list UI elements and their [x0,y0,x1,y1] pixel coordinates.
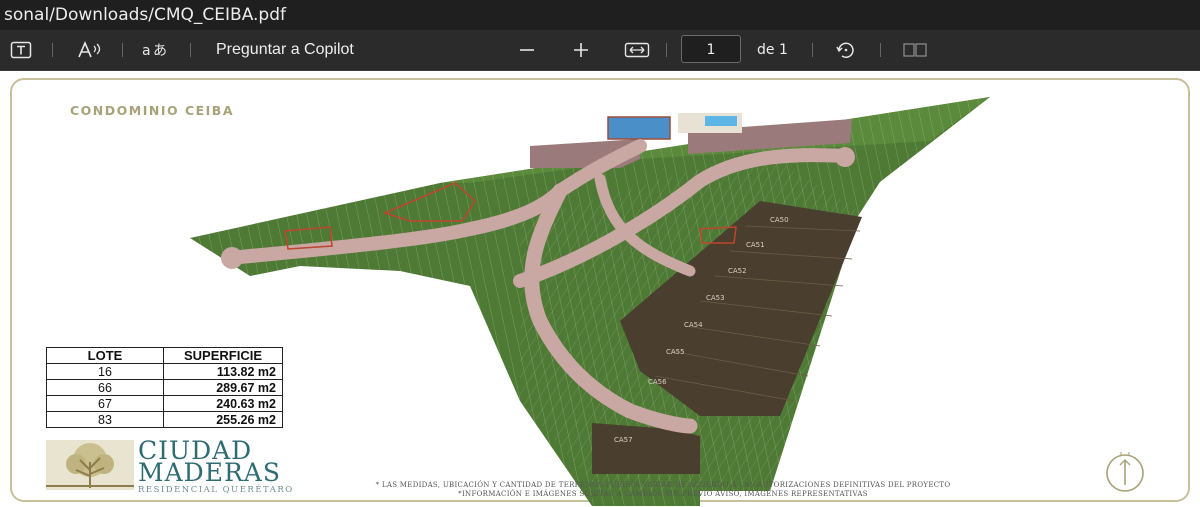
separator [812,43,813,57]
rotate-icon[interactable] [832,30,860,70]
superficie-cell: 240.63 m2 [163,395,283,412]
separator [190,43,191,57]
fit-width-icon[interactable] [622,30,652,70]
sports-court [607,116,671,140]
lot-label-ca55: CA55 [666,348,685,356]
lot-label-ca53: CA53 [706,294,725,302]
column-header-superficie: SUPERFICIE [163,347,283,364]
brand-line-3: RESIDENCIAL QUERÉTARO [138,485,294,495]
column-header-lote: LOTE [46,347,164,364]
file-path: sonal/Downloads/CMQ_CEIBA.pdf [4,5,286,25]
page-number-input[interactable]: 1 [681,35,741,63]
translate-icon[interactable]: aあ [140,30,170,70]
page-view-icon[interactable] [900,30,930,70]
svg-text:あ: あ [153,43,167,59]
table-row: 16 113.82 m2 [46,363,283,380]
lot-label-ca56: CA56 [648,378,667,386]
separator [122,43,123,57]
copilot-label: Preguntar a Copilot [216,41,354,58]
address-bar[interactable]: sonal/Downloads/CMQ_CEIBA.pdf [0,0,1200,30]
lote-cell: 16 [46,363,164,380]
area-sub-label: AREA LIBRE [752,114,773,118]
zoom-out-icon[interactable] [516,30,538,70]
superficie-cell: 289.67 m2 [163,379,283,396]
table-row: 83 255.26 m2 [46,411,283,428]
brand-line-2: MADERAS [138,458,281,487]
zoom-in-icon[interactable] [570,30,592,70]
lote-cell: 66 [46,379,164,396]
area-label: ÁREA [760,107,771,112]
table-header-row: LOTE SUPERFICIE [46,347,283,364]
table-row: 67 240.63 m2 [46,395,283,412]
separator [880,43,881,57]
disclaimer-line-1: * LAS MEDIDAS, UBICACIÓN Y CANTIDAD DE T… [375,481,951,489]
north-compass-icon [1106,452,1144,492]
page-number-value: 1 [706,42,716,58]
lot-area-table: LOTE SUPERFICIE 16 113.82 m2 66 289.67 m… [46,347,283,428]
svg-text:a: a [142,43,151,59]
copilot-button[interactable]: Preguntar a Copilot [216,30,406,70]
superficie-cell: 113.82 m2 [163,363,283,380]
table-row: 66 289.67 m2 [46,379,283,396]
tree-logo-icon [46,440,134,490]
cul-de-sac-west [221,247,243,269]
lot-label-ca50: CA50 [770,216,789,224]
separator [52,43,53,57]
read-aloud-icon[interactable] [76,30,104,70]
pdf-toolbar: aあ Preguntar a Copilot [0,30,1200,71]
lot-label-ca51: CA51 [746,241,765,249]
text-tool-icon[interactable] [8,30,34,70]
brand-wordmark: CIUDAD MADERAS RESIDENCIAL QUERÉTARO [138,438,294,496]
disclaimer-line-2: *INFORMACIÓN E IMÁGENES SUJETAS A CAMBIO… [458,490,868,498]
superficie-cell: 255.26 m2 [163,411,283,428]
separator [666,43,667,57]
pool [705,116,737,126]
lote-cell: 83 [46,411,164,428]
lot-label-ca54: CA54 [684,321,703,329]
lot-label-ca52: CA52 [728,267,747,275]
cul-de-sac-east [835,147,855,167]
lot-label-ca57: CA57 [614,436,633,444]
disclaimer: * LAS MEDIDAS, UBICACIÓN Y CANTIDAD DE T… [318,481,1008,499]
lote-cell: 67 [46,395,164,412]
page-total: de 1 [757,42,788,58]
